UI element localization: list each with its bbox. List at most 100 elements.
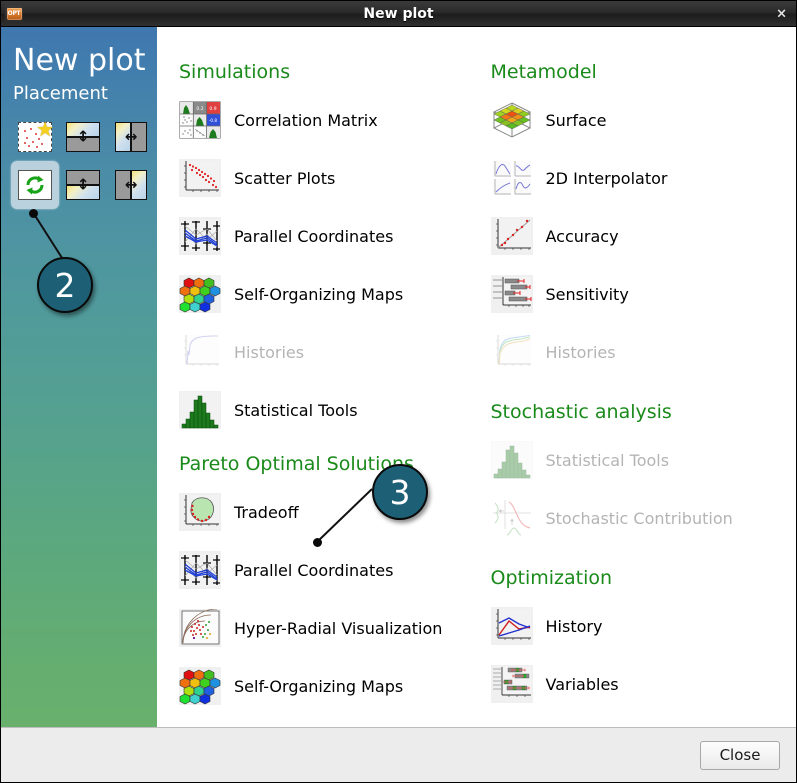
plot-item-label: Statistical Tools — [234, 400, 358, 420]
callout-3-anchor — [313, 538, 322, 547]
plot-item-label: Parallel Coordinates — [234, 226, 394, 246]
plot-item-statistical-tools[interactable]: Statistical Tools — [179, 381, 477, 439]
group-metamodel: Metamodel Surface 2D Interpolator Accura… — [490, 61, 797, 381]
group-pareto-optimal-solutions: Pareto Optimal Solutions Tradeoff Parall… — [179, 453, 477, 715]
plot-item-label: Accuracy — [545, 226, 619, 246]
plot-item-label: Tradeoff — [234, 502, 299, 522]
dialog-footer: Close — [1, 727, 796, 782]
placement-split-horizontal-top[interactable]: ↕ — [59, 113, 107, 161]
group-simulations: Simulations 0.2 0.9 -0.8 Correlation Mat… — [179, 61, 477, 439]
group-optimization: Optimization History Variables — [490, 567, 797, 713]
plot-item-tradeoff[interactable]: Tradeoff — [179, 483, 477, 541]
right-column: Metamodel Surface 2D Interpolator Accura… — [477, 61, 797, 727]
scatter-plots-icon — [179, 159, 221, 197]
plot-item-hyper-radial-visualization[interactable]: Hyper-Radial Visualization — [179, 599, 477, 657]
accuracy-icon — [490, 217, 533, 255]
plot-item-parallel-coordinates[interactable]: Parallel Coordinates — [179, 207, 477, 265]
plot-item-label: Histories — [234, 342, 305, 362]
group-title-stochastic: Stochastic analysis — [490, 401, 672, 423]
plot-item-histories: Histories — [179, 323, 477, 381]
new-plot-star-icon: ★ — [18, 119, 54, 152]
placement-reuse-current[interactable] — [11, 161, 59, 209]
plot-item-sensitivity[interactable]: Sensitivity — [490, 265, 797, 323]
plot-item-2d-interpolator[interactable]: 2D Interpolator — [491, 149, 797, 207]
statistical-tools-icon — [490, 441, 533, 479]
placement-new-window[interactable]: ★ — [11, 113, 59, 161]
plot-item-stochastic-contribution: Stochastic Contribution — [491, 489, 797, 547]
callout-2-anchor — [29, 209, 38, 218]
plot-item-metamodel-histories: Histories — [491, 323, 797, 381]
plot-item-label: Parallel Coordinates — [234, 560, 394, 580]
parallel-coordinates-icon — [179, 551, 221, 589]
plot-type-chooser: Simulations 0.2 0.9 -0.8 Correlation Mat… — [157, 27, 796, 727]
plot-item-label: Surface — [545, 110, 607, 130]
plot-item-label: Histories — [545, 342, 616, 362]
plot-item-label: Correlation Matrix — [234, 110, 378, 130]
plot-item-label: Sensitivity — [545, 284, 629, 304]
sensitivity-icon — [490, 275, 533, 313]
opt-icon-label: OPT — [6, 7, 22, 20]
plot-item-correlation-matrix[interactable]: 0.2 0.9 -0.8 Correlation Matrix — [179, 91, 477, 149]
split-horizontal-bottom-icon: ↕ — [66, 170, 100, 200]
statistical-tools-icon — [179, 391, 221, 429]
group-title-metamodel: Metamodel — [490, 61, 597, 83]
placement-options: ★ ↕ ↔ ↕ ↔ — [11, 113, 157, 209]
sidebar-subtitle: Placement — [13, 83, 108, 104]
new-plot-dialog: OPT New plot × New plot Placement ★ ↕ ↔ … — [0, 0, 797, 783]
placement-sidebar: New plot Placement ★ ↕ ↔ ↕ ↔ 2 — [1, 27, 157, 727]
plot-item-scatter-plots[interactable]: Scatter Plots — [179, 149, 477, 207]
svg-text:0.9: 0.9 — [209, 106, 216, 112]
group-title-optimization: Optimization — [490, 567, 613, 589]
plot-item-accuracy[interactable]: Accuracy — [490, 207, 797, 265]
plot-item-label: Variables — [545, 674, 619, 694]
split-vertical-right-icon: ↔ — [115, 170, 147, 200]
variables-icon — [490, 665, 533, 703]
callout-2: 2 — [37, 257, 93, 313]
plot-item-label: 2D Interpolator — [545, 168, 668, 188]
histories-icon — [179, 333, 221, 371]
histories-icon — [491, 333, 533, 371]
opt-folder-icon: OPT — [5, 4, 23, 23]
plot-item-optimization-history[interactable]: History — [490, 597, 797, 655]
hyper-radial-visualization-icon — [179, 609, 221, 647]
plot-item-pareto-self-organizing-maps[interactable]: Self-Organizing Maps — [179, 657, 477, 715]
placement-split-vertical-left[interactable]: ↔ — [107, 113, 155, 161]
close-button[interactable]: Close — [700, 740, 780, 770]
callout-3: 3 — [372, 464, 428, 520]
svg-text:0.2: 0.2 — [196, 106, 203, 112]
plot-item-label: Self-Organizing Maps — [234, 676, 404, 696]
plot-item-label: Stochastic Contribution — [545, 508, 733, 528]
plot-item-surface[interactable]: Surface — [491, 91, 797, 149]
self-organizing-maps-icon — [179, 667, 221, 705]
plot-item-label: Scatter Plots — [234, 168, 336, 188]
stochastic-contribution-icon — [491, 499, 533, 537]
placement-split-vertical-right[interactable]: ↔ — [107, 161, 155, 209]
close-icon[interactable]: × — [776, 7, 787, 20]
tradeoff-icon — [179, 493, 221, 531]
group-title-simulations: Simulations — [179, 61, 291, 83]
svg-text:-0.8: -0.8 — [209, 118, 218, 123]
title-bar: OPT New plot × — [1, 1, 796, 27]
split-horizontal-top-icon: ↕ — [66, 122, 100, 152]
2d-interpolator-icon — [491, 159, 533, 197]
surface-icon — [491, 101, 533, 139]
plot-item-label: Hyper-Radial Visualization — [234, 618, 443, 638]
left-column: Simulations 0.2 0.9 -0.8 Correlation Mat… — [157, 61, 477, 727]
self-organizing-maps-icon — [179, 275, 221, 313]
split-vertical-left-icon: ↔ — [115, 122, 147, 152]
correlation-matrix-icon: 0.2 0.9 -0.8 — [179, 101, 221, 139]
plot-item-label: History — [545, 616, 603, 636]
dialog-body: New plot Placement ★ ↕ ↔ ↕ ↔ 2 Simulatio… — [1, 27, 796, 727]
plot-item-variables[interactable]: Variables — [490, 655, 797, 713]
plot-item-stochastic-statistical-tools: Statistical Tools — [490, 431, 797, 489]
window-title: New plot — [363, 5, 434, 22]
sidebar-title: New plot — [13, 43, 146, 78]
placement-split-horizontal-bottom[interactable]: ↕ — [59, 161, 107, 209]
plot-item-pareto-parallel-coordinates[interactable]: Parallel Coordinates — [179, 541, 477, 599]
group-title-pareto: Pareto Optimal Solutions — [179, 453, 414, 475]
reuse-recycle-icon — [18, 170, 52, 200]
group-stochastic-analysis: Stochastic analysis Statistical Tools St… — [490, 401, 797, 547]
plot-item-label: Self-Organizing Maps — [234, 284, 404, 304]
plot-item-self-organizing-maps[interactable]: Self-Organizing Maps — [179, 265, 477, 323]
parallel-coordinates-icon — [179, 217, 221, 255]
